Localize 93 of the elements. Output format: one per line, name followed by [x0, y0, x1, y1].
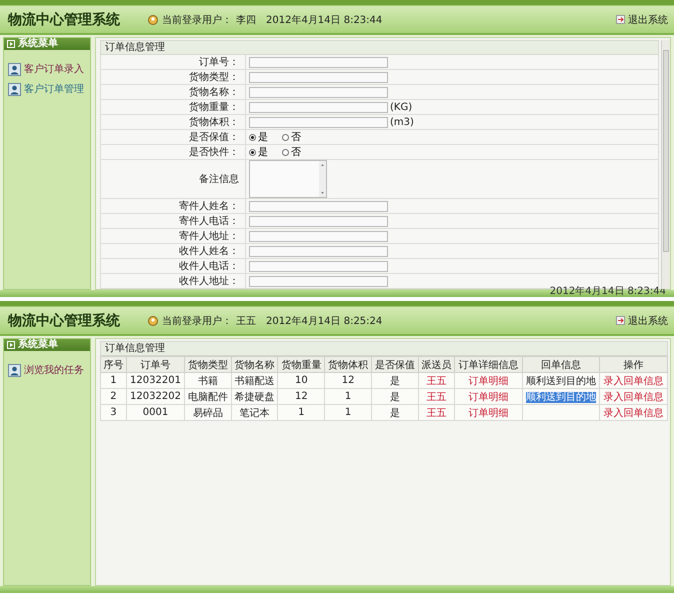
column-header: 货物重量: [278, 356, 325, 372]
input-field[interactable]: [249, 86, 388, 98]
field-label: 收件人地址：: [101, 274, 246, 288]
input-field[interactable]: [249, 102, 388, 112]
column-header: 是否保值: [371, 356, 418, 372]
column-header: 订单号: [126, 356, 185, 372]
input-field[interactable]: [249, 246, 388, 256]
user-label: 当前登录用户：: [162, 314, 232, 328]
unit-label: (m3): [390, 116, 414, 128]
table-cell: 0001: [126, 404, 185, 420]
radio-option[interactable]: 否: [282, 130, 301, 144]
field-label: 货物名称：: [101, 85, 246, 99]
person-icon: [8, 62, 21, 76]
input-field[interactable]: [249, 216, 388, 226]
field-label: 寄件人电话：: [101, 214, 246, 228]
arrow-icon: [7, 341, 15, 349]
table-cell: 顺利送到目的地: [522, 372, 600, 388]
notes-field[interactable]: [249, 160, 327, 198]
column-header: 派送员: [418, 356, 455, 372]
column-header: 货物名称: [231, 356, 278, 372]
input-field[interactable]: [249, 72, 388, 82]
field-label: 货物重量：: [101, 100, 246, 114]
app-title: 物流中心管理系统: [8, 312, 120, 330]
field-label: 寄件人地址：: [101, 229, 246, 243]
field-label: 备注信息: [101, 160, 246, 198]
field-label: 收件人姓名：: [101, 244, 246, 258]
column-header: 操作: [600, 356, 668, 372]
person-icon: [8, 364, 21, 376]
table-cell: 2: [100, 388, 126, 404]
user-icon: [148, 316, 158, 326]
field-label: 货物类型：: [101, 70, 246, 84]
table-cell: 是: [371, 404, 418, 420]
table-cell: 笔记本: [231, 404, 278, 420]
field-label: 订单号：: [101, 55, 246, 69]
panel-title: 订单信息管理: [100, 40, 659, 55]
sidebar-item[interactable]: 客户订单录入: [8, 62, 86, 76]
status-datetime: 2012年4月14日 8:23:44: [550, 287, 666, 297]
sidebar-item[interactable]: 浏览我的任务: [8, 363, 86, 377]
table-cell: 12: [324, 372, 372, 388]
table-cell: 书籍: [184, 372, 232, 388]
field-label: 货物体积：: [101, 115, 246, 129]
app-title: 物流中心管理系统: [8, 10, 120, 28]
table-cell: 10: [278, 372, 325, 388]
logout-icon: [616, 316, 625, 325]
login-datetime: 2012年4月14日 8:23:44: [266, 14, 382, 26]
person-icon: [8, 82, 21, 96]
sidebar-title: 系统菜单: [18, 339, 58, 351]
field-label: 是否保值：: [101, 130, 246, 144]
input-field[interactable]: [249, 56, 388, 68]
column-header: 序号: [100, 356, 126, 372]
table-cell: 电脑配件: [184, 388, 232, 404]
field-label: 收件人电话：: [101, 259, 246, 273]
arrow-icon: [7, 40, 15, 48]
table-cell: 书籍配送: [231, 372, 278, 388]
field-label: 寄件人姓名：: [101, 199, 246, 213]
login-datetime: 2012年4月14日 8:25:24: [266, 314, 382, 328]
table-cell: 12032201: [126, 372, 185, 388]
table-cell: 1: [100, 372, 126, 388]
table-cell: 1: [324, 388, 372, 404]
radio-option[interactable]: 是: [249, 130, 268, 144]
logout-button[interactable]: 退出系统: [616, 12, 668, 26]
column-header: 货物类型: [184, 356, 232, 372]
panel-title: 订单信息管理: [100, 341, 668, 356]
input-field[interactable]: [249, 230, 388, 242]
table-cell: 12032202: [126, 388, 185, 404]
radio-option[interactable]: 否: [282, 145, 301, 159]
logout-button[interactable]: 退出系统: [616, 314, 668, 328]
user-name: 李四: [236, 14, 256, 26]
table-cell: 1: [324, 404, 372, 420]
logout-icon: [616, 15, 625, 24]
input-field[interactable]: [249, 116, 388, 128]
column-header: 回单信息: [522, 356, 600, 372]
user-name: 王五: [236, 314, 256, 328]
selected-text: 顺利送到目的地: [526, 392, 596, 402]
table-cell: 易碎品: [184, 404, 232, 420]
table-cell: 希捷硬盘: [231, 388, 278, 404]
table-cell: 是: [371, 372, 418, 388]
column-header: 货物体积: [324, 356, 372, 372]
input-field[interactable]: [249, 200, 388, 212]
table-cell: 3: [100, 404, 126, 420]
table-cell: 是: [371, 388, 418, 404]
table-cell: 12: [278, 388, 325, 404]
user-icon: [148, 14, 158, 24]
radio-option[interactable]: 是: [249, 145, 268, 159]
sidebar-title: 系统菜单: [18, 38, 58, 50]
input-field[interactable]: [249, 260, 388, 272]
input-field[interactable]: [249, 276, 388, 286]
table-cell: 1: [278, 404, 325, 420]
sidebar-item[interactable]: 客户订单管理: [8, 82, 86, 96]
user-label: 当前登录用户：: [162, 14, 232, 26]
field-label: 是否快件：: [101, 145, 246, 159]
column-header: 订单详细信息: [454, 356, 522, 372]
unit-label: (KG): [390, 102, 412, 112]
